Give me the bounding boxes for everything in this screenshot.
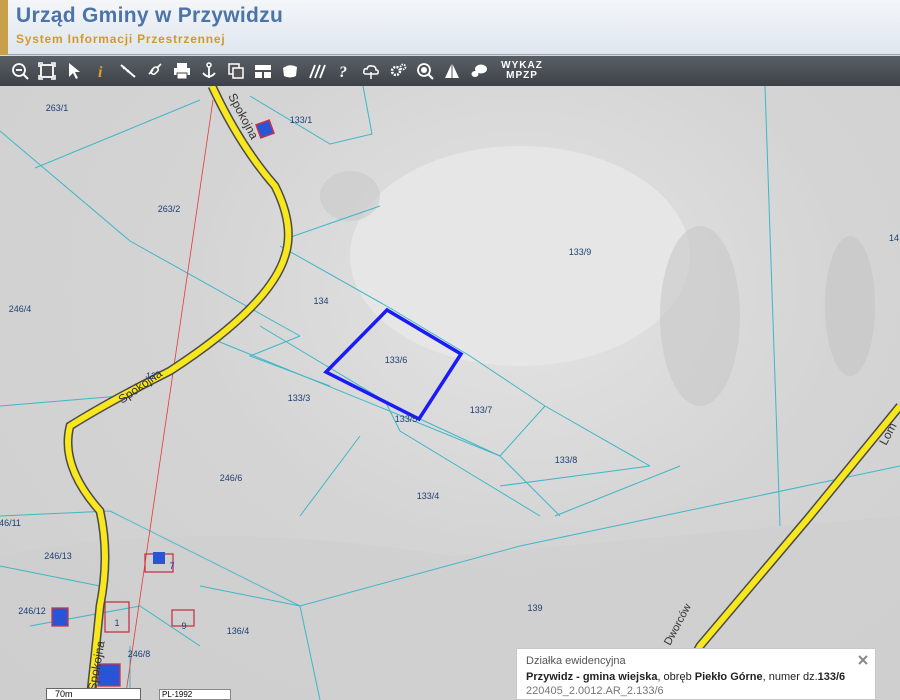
parcel-label-133-6: 133/6 <box>384 355 408 365</box>
copy-icon[interactable] <box>222 58 249 84</box>
app-subtitle: System Informacji Przestrzennej <box>16 32 226 46</box>
comment-icon[interactable] <box>465 58 492 84</box>
terrain-pit <box>320 171 380 221</box>
popup-parcel-line: Przywidz - gmina wiejska, obręb Piekło G… <box>526 671 866 683</box>
parcel-label-246-4: 246/4 <box>8 304 32 314</box>
parcel-label-246-6: 246/6 <box>219 473 243 483</box>
zoom-out-icon[interactable] <box>6 58 33 84</box>
popup-text-obreb: , obręb <box>657 671 695 683</box>
popup-text-numer: , numer dz. <box>762 671 818 683</box>
print-icon[interactable] <box>168 58 195 84</box>
parcel-label-246-8: 246/8 <box>127 649 151 659</box>
layers-icon[interactable] <box>438 58 465 84</box>
measure-icon[interactable] <box>114 58 141 84</box>
pointer-icon[interactable] <box>60 58 87 84</box>
svg-text:?: ? <box>339 64 347 80</box>
terrain-ridge <box>825 236 875 376</box>
scale-bar: 70m <box>46 688 141 700</box>
popup-obreb: Piekło Górne <box>694 671 763 683</box>
scale-label: 70m <box>55 689 73 699</box>
parcel-label-7: 7 <box>169 561 175 571</box>
app-header: Urząd Gminy w Przywidzu System Informacj… <box>0 0 900 55</box>
crs-select[interactable]: PL-1992 <box>159 689 231 700</box>
terrain-hill <box>350 146 690 366</box>
popup-parcel-code: 220405_2.0012.AR_2.133/6 <box>526 685 664 697</box>
parcel-label-12: 12 <box>145 371 157 381</box>
svg-text:i: i <box>98 64 103 80</box>
parcel-label-263-2: 263/2 <box>157 204 181 214</box>
help-icon[interactable]: ? <box>330 58 357 84</box>
parcel-label-136-4: 136/4 <box>226 626 250 636</box>
popup-number: 133/6 <box>817 671 846 683</box>
app-title: Urząd Gminy w Przywidzu <box>16 4 284 27</box>
terrain-valley <box>660 226 740 406</box>
parcel-label-133-1: 133/1 <box>289 115 313 125</box>
parcel-label-133-7: 133/7 <box>469 405 493 415</box>
wykaz-mpzp-button[interactable]: WYKAZ MPZP <box>492 58 552 84</box>
parcel-label-133-9: 133/9 <box>568 247 592 257</box>
map-toolbar: i ? WYKAZ MPZP <box>0 56 900 86</box>
link-icon[interactable] <box>141 58 168 84</box>
popup-gmina: Przywidz - gmina wiejska <box>526 671 658 683</box>
hatch-icon[interactable] <box>303 58 330 84</box>
parcel-label-134: 134 <box>313 296 329 306</box>
emblem-strip <box>0 0 8 55</box>
cloud-icon[interactable] <box>357 58 384 84</box>
crs-label: PL-1992 <box>162 690 193 699</box>
layout-icon[interactable] <box>249 58 276 84</box>
parcel-label-133-8: 133/8 <box>554 455 578 465</box>
map-base-layer: Spokojna Spokojna Spokojna Lom Dworców <box>0 86 900 700</box>
parcel-label-133-4: 133/4 <box>416 491 440 501</box>
parcel-label-1: 1 <box>114 618 120 628</box>
search-icon[interactable] <box>411 58 438 84</box>
zoom-extent-icon[interactable] <box>33 58 60 84</box>
parcel-label-263-1: 263/1 <box>45 103 69 113</box>
info-icon[interactable]: i <box>87 58 114 84</box>
anchor-icon[interactable] <box>195 58 222 84</box>
parcel-info-popup: Działka ewidencyjna Przywidz - gmina wie… <box>516 648 876 700</box>
settings-icon[interactable] <box>384 58 411 84</box>
map-canvas[interactable]: Spokojna Spokojna Spokojna Lom Dworców 2… <box>0 86 900 700</box>
building-3 <box>153 552 165 564</box>
parcel-label-133-5: 133/5 <box>394 414 418 424</box>
parcel-label-246-12: 246/12 <box>18 606 46 616</box>
shape-icon[interactable] <box>276 58 303 84</box>
parcel-label-133-3: 133/3 <box>287 393 311 403</box>
parcel-label-246-13: 246/13 <box>44 551 72 561</box>
parcel-label-139: 139 <box>527 603 543 613</box>
parcel-label-46-11: 46/11 <box>0 518 21 528</box>
parcel-label-9: 9 <box>181 621 187 631</box>
wykaz-label-2: MPZP <box>506 70 538 81</box>
street-label-spokojna-mid: Spokojna <box>116 366 165 406</box>
building-4 <box>51 607 69 627</box>
popup-title: Działka ewidencyjna <box>526 655 626 667</box>
close-icon[interactable] <box>857 654 869 666</box>
parcel-label-14: 14 <box>888 233 900 243</box>
